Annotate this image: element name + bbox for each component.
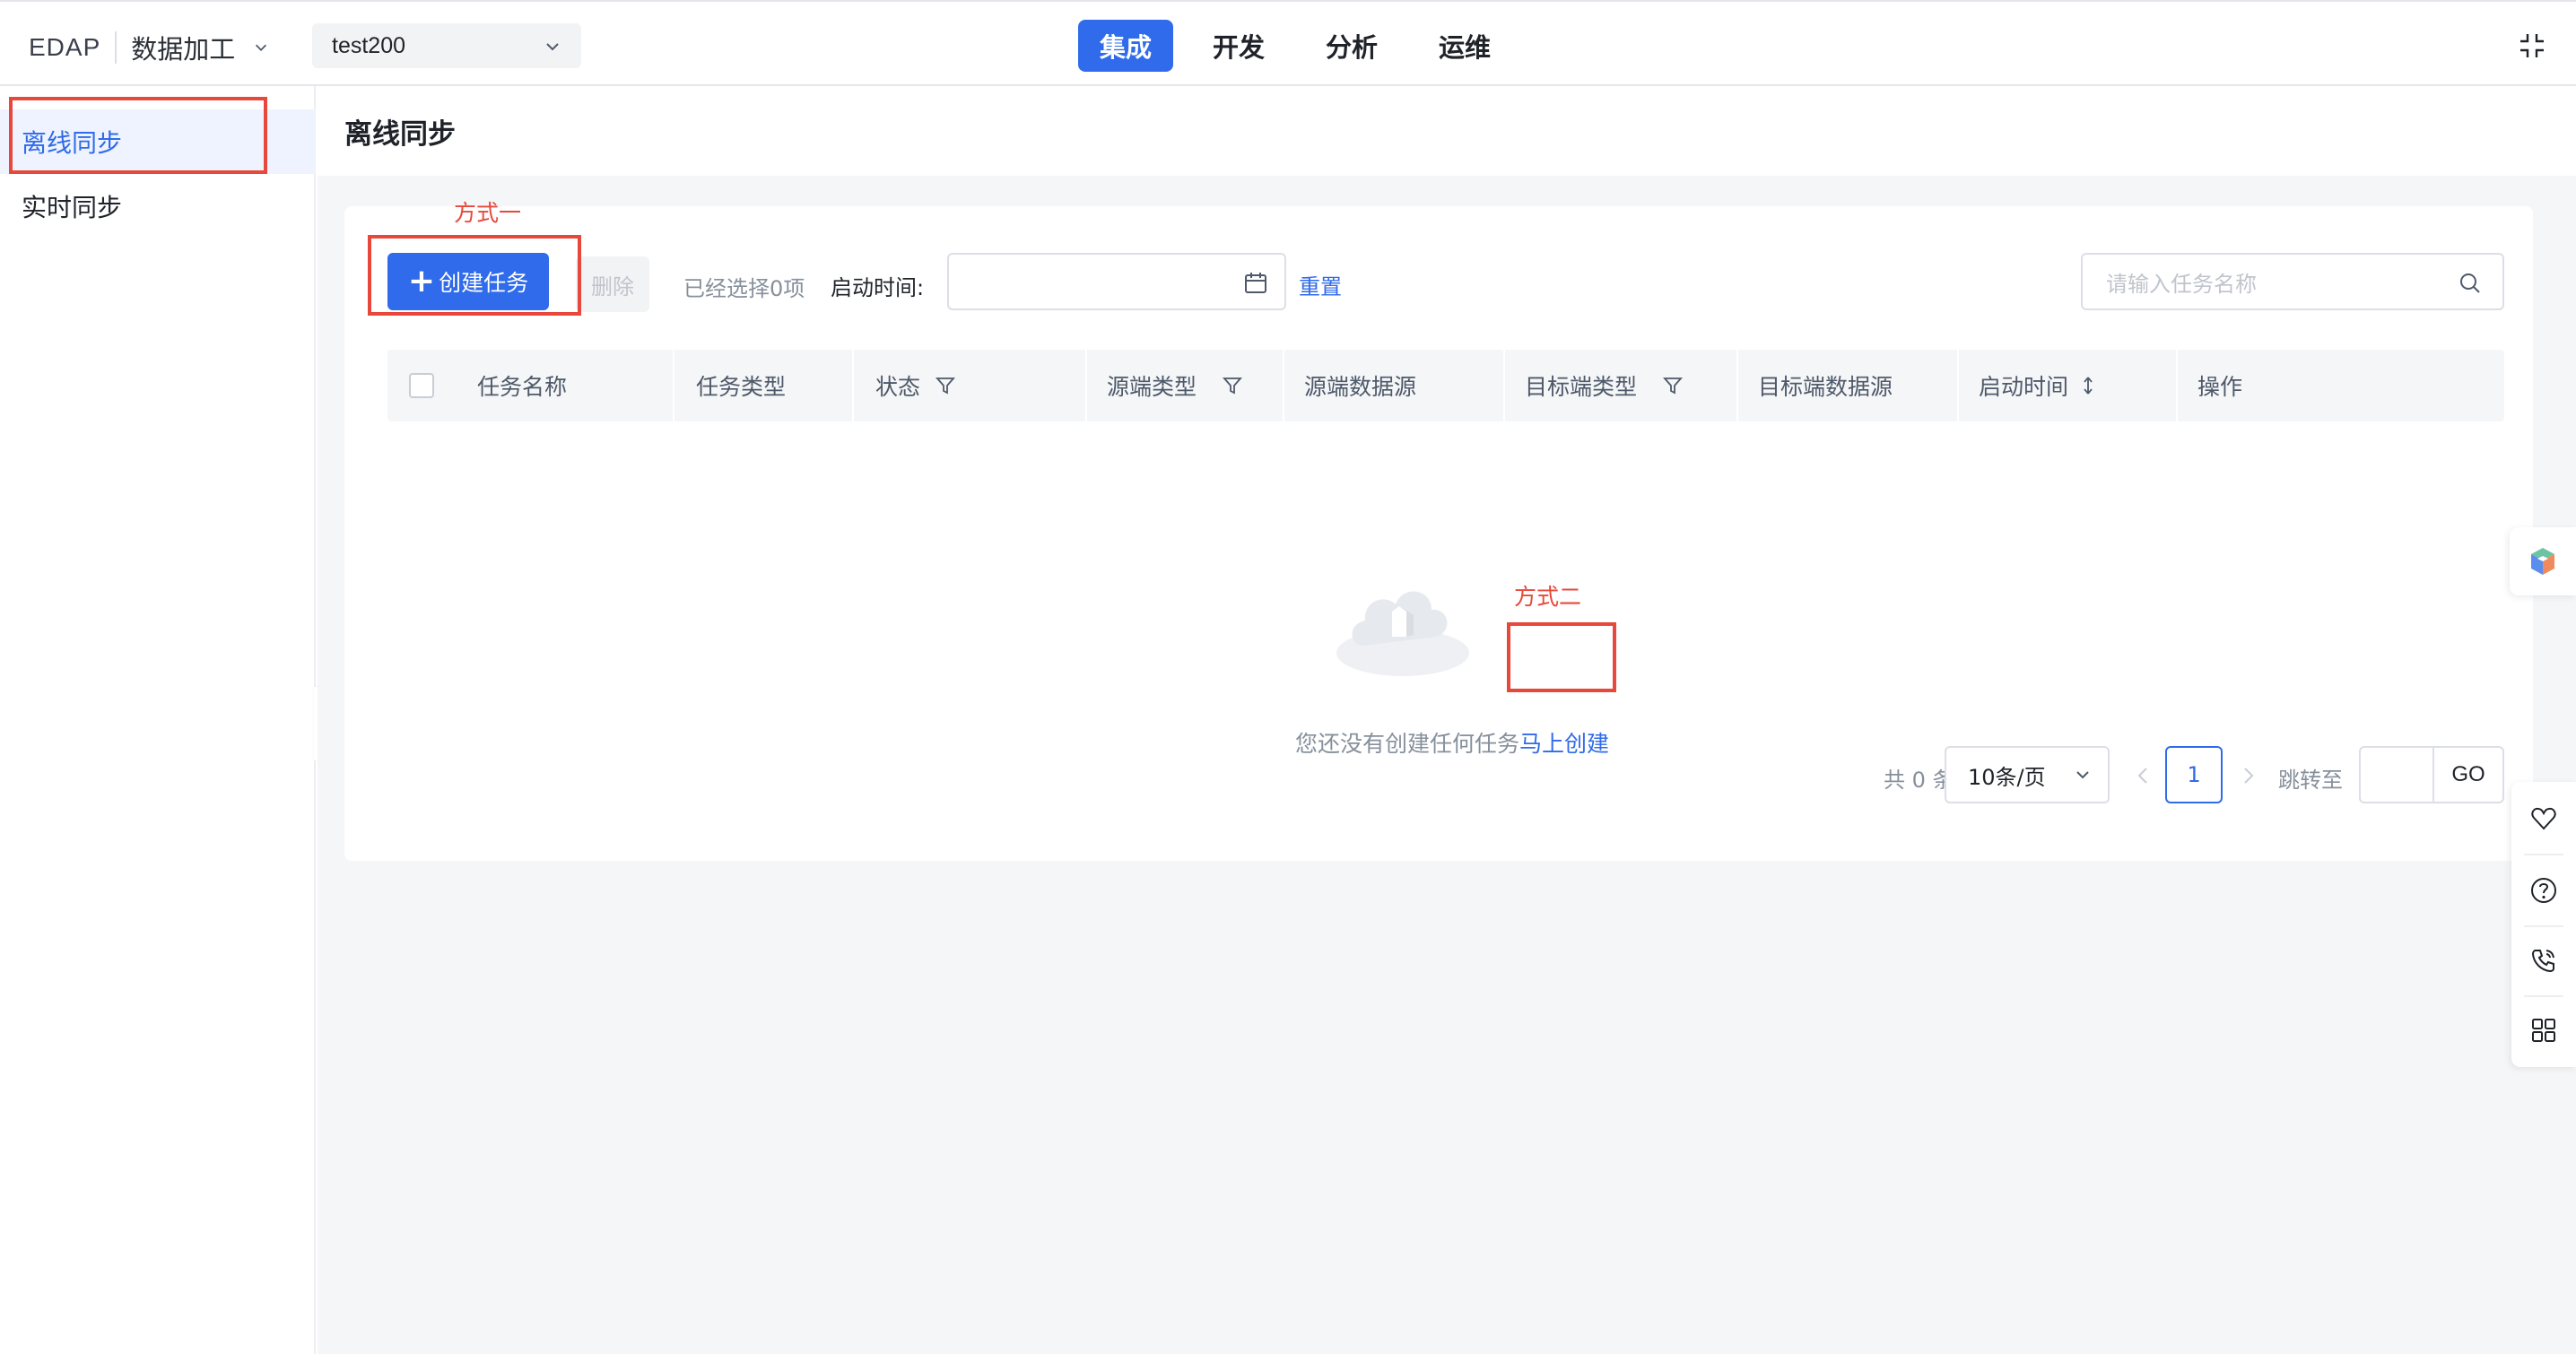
column-header-task-name: 任务名称 <box>387 350 674 421</box>
brand[interactable]: EDAP 数据加工 <box>29 29 269 66</box>
column-header-start-time: 启动时间 <box>1959 350 2178 421</box>
grid-icon <box>2532 1019 2555 1042</box>
table-header: 任务名称 任务类型 状态 源端类型 源端数据源 目标端类型 目标端数据源 启动时… <box>387 350 2504 421</box>
phone-icon <box>2531 950 2554 973</box>
sidebar-item-label: 实时同步 <box>22 193 123 222</box>
pagination-total: 共 0 条 <box>1884 768 1954 793</box>
tab-development[interactable]: 开发 <box>1191 20 1286 72</box>
chevron-left-icon[interactable] <box>2133 764 2153 787</box>
main-nav: 集成 开发 分析 运维 <box>1078 20 1530 72</box>
column-label: 任务类型 <box>696 374 787 400</box>
annotation-method-one: 方式一 <box>454 200 522 226</box>
contact-button[interactable] <box>2511 925 2576 995</box>
go-button[interactable]: GO <box>2432 746 2504 803</box>
cube-logo-icon <box>2531 548 2554 575</box>
column-label: 源端数据源 <box>1304 374 1417 400</box>
floating-toolbar <box>2511 782 2576 1067</box>
chevron-down-icon <box>2076 771 2089 779</box>
search-placeholder: 请输入任务名称 <box>2106 271 2257 297</box>
project-select-value: test200 <box>332 32 406 58</box>
favorite-button[interactable] <box>2511 784 2576 854</box>
help-button[interactable] <box>2511 855 2576 925</box>
top-bar: EDAP 数据加工 test200 集成 开发 分析 运维 <box>0 0 2576 86</box>
annotation-box-create-link <box>1507 622 1616 692</box>
tab-operations[interactable]: 运维 <box>1417 20 1512 72</box>
chevron-down-icon[interactable] <box>253 39 269 56</box>
page-number-button[interactable]: 1 <box>2165 746 2223 803</box>
column-header-source-datasource: 源端数据源 <box>1284 350 1505 421</box>
column-header-source-type: 源端类型 <box>1087 350 1284 421</box>
calendar-icon <box>1245 273 1266 293</box>
column-header-target-type: 目标端类型 <box>1505 350 1738 421</box>
column-header-status: 状态 <box>854 350 1087 421</box>
tab-integration[interactable]: 集成 <box>1078 20 1174 72</box>
brand-divider <box>115 31 117 64</box>
brand-logo-text: EDAP <box>29 33 101 61</box>
start-time-picker[interactable] <box>947 253 1286 310</box>
floating-app-button[interactable] <box>2510 527 2576 595</box>
page-size-select[interactable]: 10条/页 <box>1945 746 2110 803</box>
product-name: 数据加工 <box>131 34 236 65</box>
empty-message: 您还没有创建任何任务马上创建 <box>1295 726 1609 759</box>
page-title: 离线同步 <box>318 86 2576 176</box>
apps-button[interactable] <box>2511 995 2576 1065</box>
delete-button[interactable]: 删除 <box>576 256 649 312</box>
project-select[interactable]: test200 <box>312 23 581 68</box>
sidebar: 离线同步 实时同步 <box>0 86 316 1354</box>
annotation-box-create-button <box>368 235 581 316</box>
task-card: + 创建任务 删除 已经选择0项 启动时间: 重置 请输入任务名称 任务名称 任… <box>344 206 2533 861</box>
page-size-value: 10条/页 <box>1968 764 2046 790</box>
column-label: 操作 <box>2197 374 2243 400</box>
empty-cloud-illustration <box>1336 591 1469 676</box>
column-header-actions: 操作 <box>2178 350 2504 421</box>
filter-icon[interactable] <box>935 375 956 396</box>
column-label: 启动时间 <box>1979 374 2069 400</box>
task-search-input[interactable]: 请输入任务名称 <box>2081 253 2504 310</box>
selected-count: 已经选择0项 <box>683 276 805 301</box>
column-label: 源端类型 <box>1107 374 1197 400</box>
sidebar-item-realtime-sync[interactable]: 实时同步 <box>0 174 316 239</box>
column-label: 任务名称 <box>477 374 568 400</box>
goto-page-input[interactable] <box>2359 746 2434 803</box>
filter-icon[interactable] <box>1222 375 1243 396</box>
question-circle-icon <box>2531 878 2556 903</box>
column-header-target-datasource: 目标端数据源 <box>1738 350 1959 421</box>
annotation-box-sidebar <box>9 97 267 174</box>
tab-analysis[interactable]: 分析 <box>1304 20 1399 72</box>
start-time-label: 启动时间: <box>831 275 925 300</box>
column-label: 目标端数据源 <box>1758 374 1893 400</box>
goto-label: 跳转至 <box>2278 768 2343 793</box>
create-now-link[interactable]: 马上创建 <box>1519 731 1609 757</box>
sort-icon[interactable] <box>2077 375 2099 396</box>
main-content: 离线同步 + 创建任务 删除 已经选择0项 启动时间: 重置 请输入任务名称 任… <box>318 86 2576 1354</box>
reset-link[interactable]: 重置 <box>1299 269 1342 300</box>
chevron-right-icon[interactable] <box>2239 764 2258 787</box>
column-header-task-type: 任务类型 <box>674 350 854 421</box>
empty-text: 您还没有创建任何任务 <box>1295 731 1520 757</box>
column-label: 状态 <box>875 374 921 400</box>
chevron-down-icon <box>546 43 559 51</box>
column-label: 目标端类型 <box>1525 374 1638 400</box>
annotation-method-two: 方式二 <box>1514 584 1582 610</box>
filter-icon[interactable] <box>1662 375 1684 396</box>
heart-icon <box>2531 807 2556 830</box>
exit-fullscreen-icon[interactable] <box>2519 32 2546 59</box>
search-icon[interactable] <box>2458 271 2483 296</box>
